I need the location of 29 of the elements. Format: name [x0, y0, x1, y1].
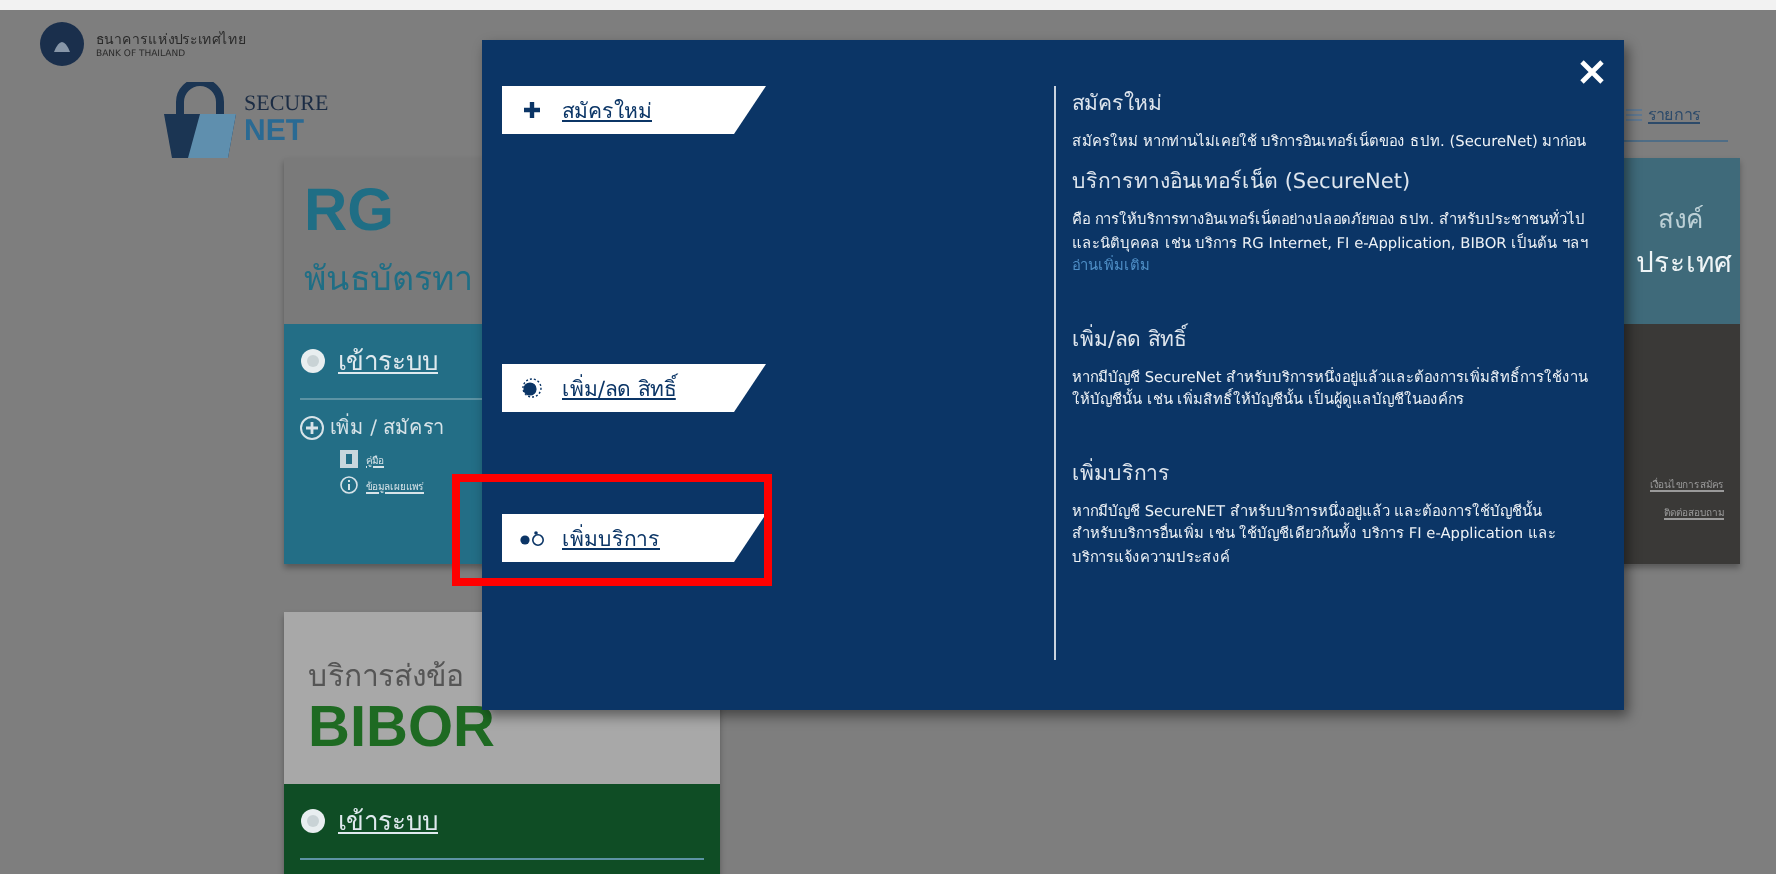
padlock-logo	[160, 82, 240, 158]
emblem-logo	[40, 22, 84, 66]
card-title: สงค์	[1658, 203, 1704, 240]
card-subtitle: พันธบัตรทา	[304, 258, 476, 304]
card-title: RG	[304, 182, 396, 242]
menu-tab[interactable]: เพิ่ม/ลด สิทธิ์	[502, 364, 766, 412]
login-link[interactable]: เข้าระบบ	[338, 800, 438, 842]
section-heading: เพิ่ม/ลด สิทธิ์	[1072, 321, 1190, 356]
section-heading: บริการทางอินเทอร์เน็ต (SecureNet)	[1072, 165, 1413, 199]
section-heading: สมัครใหม่	[1072, 89, 1164, 120]
card-title: ประเทศ	[1636, 246, 1732, 284]
plus-icon	[518, 100, 546, 120]
dots-icon	[518, 528, 546, 548]
info-icon	[340, 476, 358, 494]
radio-icon	[300, 348, 326, 374]
close-icon[interactable]	[1580, 60, 1604, 84]
logo-text: SECURE	[244, 94, 329, 116]
add-link[interactable]: เพิ่ม / สมัครา	[330, 412, 446, 442]
book-icon	[340, 450, 358, 468]
logo-text: NET	[244, 116, 306, 146]
card-title: BIBOR	[308, 700, 497, 758]
radio-icon	[300, 808, 326, 834]
dot-ring-icon	[518, 378, 546, 398]
card-subtitle: บริการส่งข้อ	[308, 656, 466, 698]
login-link[interactable]: เข้าระบบ	[338, 340, 438, 382]
menu-tab[interactable]: สมัครใหม่	[502, 86, 766, 134]
section-heading: เพิ่มบริการ	[1072, 456, 1172, 490]
menu-tab[interactable]: เพิ่มบริการ	[502, 514, 766, 562]
plus-circle-icon	[300, 415, 324, 439]
